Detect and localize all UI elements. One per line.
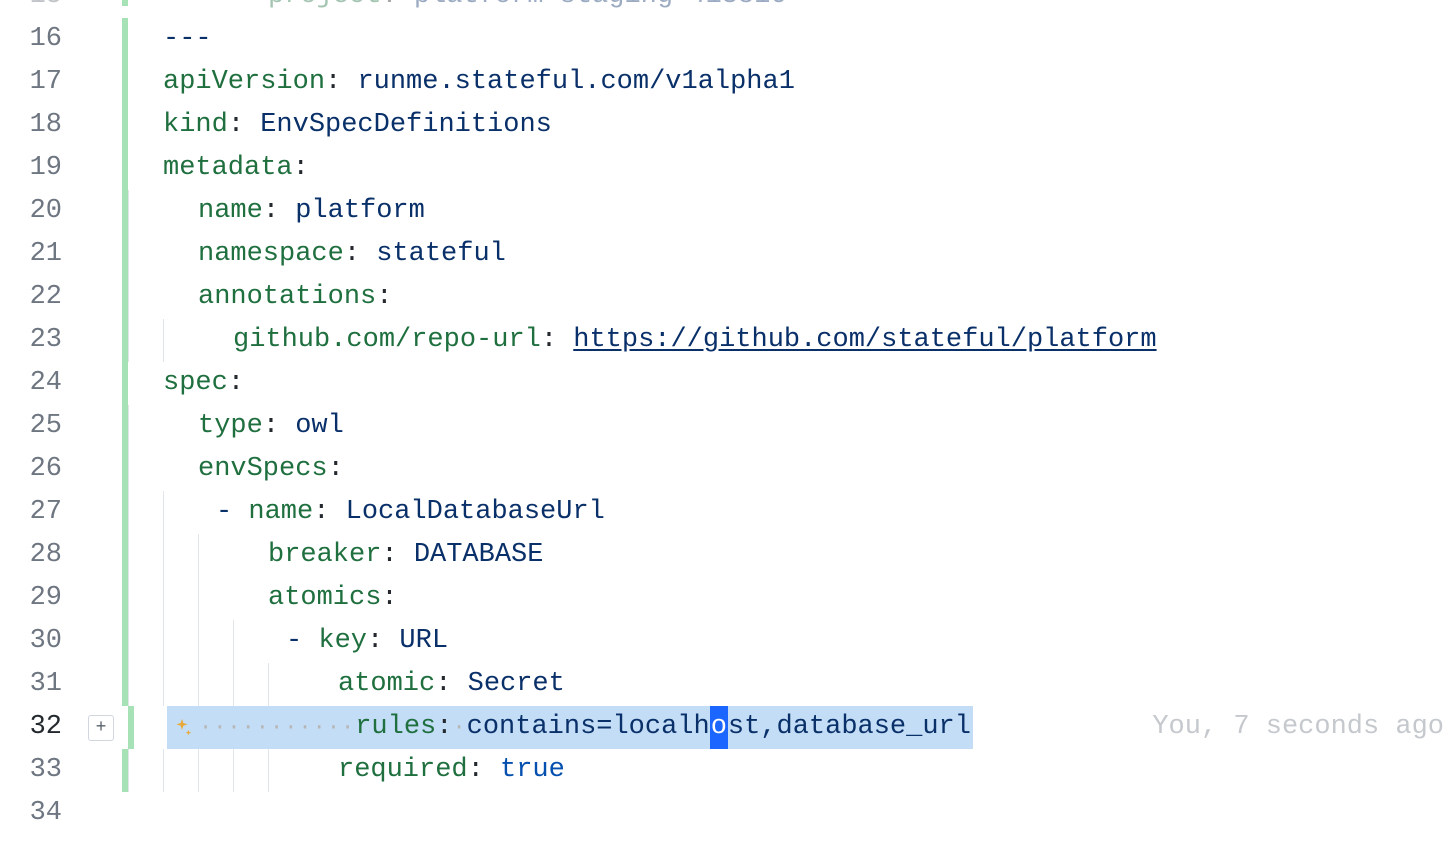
- code-line[interactable]: 24 spec:: [0, 362, 1444, 405]
- line-number: 17: [0, 61, 80, 104]
- code-content: - key: URL: [268, 620, 448, 663]
- code-line[interactable]: 28 breaker: DATABASE: [0, 534, 1444, 577]
- line-number: 24: [0, 362, 80, 405]
- code-content: metadata:: [128, 147, 309, 190]
- code-line[interactable]: 22 annotations:: [0, 276, 1444, 319]
- code-line[interactable]: 29 atomics:: [0, 577, 1444, 620]
- code-content: kind: EnvSpecDefinitions: [128, 104, 552, 147]
- code-line[interactable]: 17 apiVersion: runme.stateful.com/v1alph…: [0, 61, 1444, 104]
- code-line[interactable]: 31 atomic: Secret: [0, 663, 1444, 706]
- code-content: project: platform-staging-413816: [268, 0, 787, 18]
- code-line[interactable]: 15 project: platform-staging-413816: [0, 0, 1444, 18]
- line-number: 30: [0, 620, 80, 663]
- line-number: 31: [0, 663, 80, 706]
- line-number: 18: [0, 104, 80, 147]
- code-content: ---: [128, 18, 212, 61]
- line-number: 34: [0, 792, 80, 835]
- diff-marker: [122, 792, 128, 835]
- line-number: 32: [0, 706, 80, 749]
- add-line-button[interactable]: +: [88, 715, 114, 741]
- code-line[interactable]: 18 kind: EnvSpecDefinitions: [0, 104, 1444, 147]
- line-number: 15: [0, 0, 80, 18]
- code-content: atomics:: [233, 577, 398, 620]
- code-content: namespace: stateful: [163, 233, 506, 276]
- code-content: spec:: [128, 362, 244, 405]
- code-content: envSpecs:: [163, 448, 344, 491]
- ai-sparkle-icon[interactable]: [167, 713, 197, 743]
- code-content: type: owl: [163, 405, 344, 448]
- code-content: apiVersion: runme.stateful.com/v1alpha1: [128, 61, 795, 104]
- line-number: 26: [0, 448, 80, 491]
- line-number: 28: [0, 534, 80, 577]
- code-content: github.com/repo-url: https://github.com/…: [198, 319, 1157, 362]
- git-blame-annotation: You, 7 seconds ago: [1092, 706, 1444, 749]
- code-content: annotations:: [163, 276, 392, 319]
- code-content: ···········rules:·contains=localhost,dat…: [134, 706, 973, 749]
- line-number: 27: [0, 491, 80, 534]
- line-number: 21: [0, 233, 80, 276]
- code-content: - name: LocalDatabaseUrl: [198, 491, 605, 534]
- code-line[interactable]: 34: [0, 792, 1444, 835]
- code-line[interactable]: 23 github.com/repo-url: https://github.c…: [0, 319, 1444, 362]
- line-number: 29: [0, 577, 80, 620]
- code-line[interactable]: 30 - key: URL: [0, 620, 1444, 663]
- line-number: 33: [0, 749, 80, 792]
- code-line[interactable]: 33 required: true: [0, 749, 1444, 792]
- line-number: 19: [0, 147, 80, 190]
- code-line-active[interactable]: 32 + ···········rules:·contains=localhos…: [0, 706, 1444, 749]
- line-number: 23: [0, 319, 80, 362]
- text-cursor: o: [710, 706, 728, 749]
- code-line[interactable]: 27 - name: LocalDatabaseUrl: [0, 491, 1444, 534]
- code-line[interactable]: 26 envSpecs:: [0, 448, 1444, 491]
- code-line[interactable]: 20 name: platform: [0, 190, 1444, 233]
- code-line[interactable]: 25 type: owl: [0, 405, 1444, 448]
- line-number: 16: [0, 18, 80, 61]
- line-number: 20: [0, 190, 80, 233]
- line-number: 25: [0, 405, 80, 448]
- line-number: 22: [0, 276, 80, 319]
- code-line[interactable]: 16 ---: [0, 18, 1444, 61]
- code-line[interactable]: 21 namespace: stateful: [0, 233, 1444, 276]
- code-content: name: platform: [163, 190, 425, 233]
- repo-url-link[interactable]: https://github.com/stateful/platform: [573, 319, 1156, 362]
- code-editor[interactable]: 15 project: platform-staging-413816 16 -…: [0, 0, 1444, 835]
- code-line[interactable]: 19 metadata:: [0, 147, 1444, 190]
- code-content: atomic: Secret: [303, 663, 565, 706]
- code-content: breaker: DATABASE: [233, 534, 543, 577]
- code-content: required: true: [303, 749, 565, 792]
